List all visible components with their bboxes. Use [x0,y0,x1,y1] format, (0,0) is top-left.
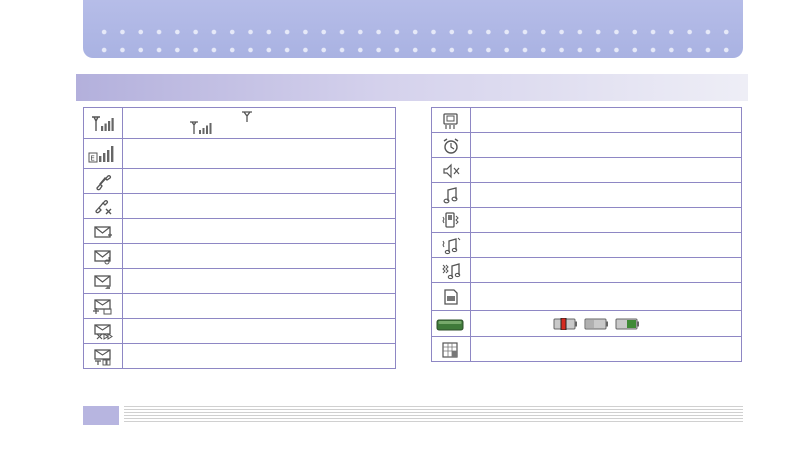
table-row [83,293,396,319]
table-row [431,232,742,258]
message-sending-icon [92,348,114,366]
email-message-icon [93,274,113,291]
manual-page: E [0,0,810,464]
table-row [83,268,396,294]
signal-strength-icon [90,115,116,133]
banner-dot-pattern [95,23,735,53]
table-row [431,182,742,208]
table-row [83,193,396,219]
right-icon-table [431,107,742,362]
table-row [83,107,396,139]
battery-low-icon [553,317,578,330]
table-row [83,168,396,194]
table-row [83,343,396,369]
table-row [83,218,396,244]
table-row [431,282,742,311]
battery-full-icon [615,318,640,330]
sim-tool-icon [441,112,461,130]
vibrate-then-ring-icon [441,262,461,280]
memory-card-icon [442,288,460,306]
footer-rule [124,406,743,424]
battery-medium-icon [584,318,609,330]
new-voicemail-icon [93,249,113,266]
silent-mode-icon [441,163,461,179]
new-message-icon [93,224,113,240]
signal-strength-icon [189,121,215,135]
calendar-icon [441,341,461,359]
section-header-bar [76,74,748,101]
left-icon-table: E [83,107,396,369]
alarm-icon [441,137,461,155]
table-row [83,318,396,344]
table-row [431,257,742,283]
ring-and-vibrate-icon [441,237,461,255]
svg-text:E: E [90,154,94,162]
missed-call-icon [93,198,113,216]
ring-mode-icon [442,186,460,205]
table-row [431,310,742,337]
edge-signal-icon: E [88,144,118,164]
header-banner [83,0,743,58]
table-row [431,207,742,233]
multimedia-message-icon [92,298,114,316]
table-row [83,243,396,269]
call-in-progress-icon [93,173,113,191]
table-row [431,336,742,362]
table-row: E [83,138,396,169]
battery-level-icon [436,318,466,332]
table-row [431,132,742,158]
vibration-mode-icon [441,212,461,230]
page-number-tab [83,406,119,425]
table-row [431,107,742,133]
message-rejected-icon [92,323,114,341]
antenna-icon [240,111,254,123]
battery-states [553,317,741,330]
table-row [431,157,742,183]
